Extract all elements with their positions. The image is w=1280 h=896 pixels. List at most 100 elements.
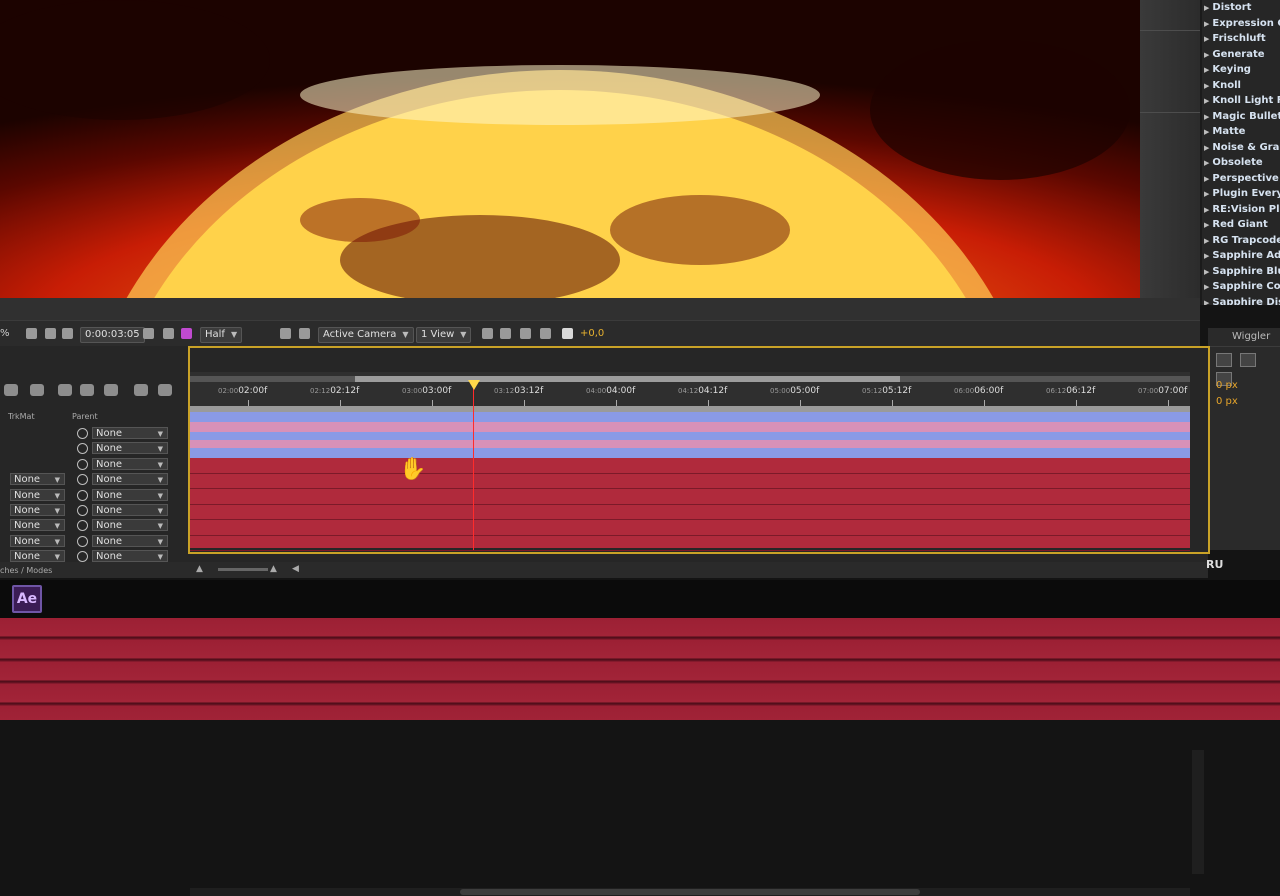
pickwhip-icon[interactable] (77, 474, 88, 486)
effect-category[interactable]: ▶Expression Controls (1202, 16, 1280, 32)
parent-select[interactable]: None ▼ (92, 442, 168, 455)
disclosure-triangle-icon[interactable]: ▶ (1204, 125, 1209, 141)
time-ruler[interactable]: 02:0002:00f 02:1202:12f 03:0003:00f 03:1203… (190, 372, 1190, 406)
layer-duration-bar[interactable] (190, 448, 1190, 458)
effect-category[interactable]: ▶ Keying (1202, 62, 1280, 78)
exposure-value[interactable]: +0,0 (580, 327, 604, 341)
effect-category[interactable]: ▶ RG Trapcode (1202, 233, 1280, 249)
effect-category[interactable]: ▶Sapphire Distort (1202, 295, 1280, 306)
align-center-icon[interactable] (1240, 353, 1256, 367)
fast-previews-icon[interactable] (500, 328, 511, 339)
graph-editor-icon[interactable] (134, 384, 148, 396)
brainstorm-icon[interactable] (104, 384, 118, 396)
zoom-slider[interactable] (218, 568, 268, 571)
trkmat-select[interactable]: None ▼ (10, 534, 65, 547)
after-effects-taskbar-button[interactable]: Ae (12, 585, 42, 613)
disclosure-triangle-icon[interactable]: ▶ (1204, 110, 1209, 126)
disclosure-triangle-icon[interactable]: ▶ (1204, 63, 1209, 79)
toggle-pixel-aspect-icon[interactable] (482, 328, 493, 339)
effect-category[interactable]: ▶ Knoll (1202, 78, 1280, 94)
layer-row[interactable]: None ▼ (0, 441, 188, 456)
effect-category[interactable]: ▶Plugin Everything (1202, 186, 1280, 202)
trkmat-header[interactable]: TrkMat (8, 412, 35, 421)
input-language-indicator[interactable]: RU (1206, 558, 1223, 571)
parent-select[interactable]: None ▼ (92, 473, 168, 486)
disclosure-triangle-icon[interactable]: ▶ (1204, 218, 1209, 234)
disclosure-triangle-icon[interactable]: ▶ (1204, 187, 1209, 203)
pickwhip-icon[interactable] (77, 535, 88, 547)
show-snapshot-icon[interactable] (163, 328, 174, 339)
flowchart-icon[interactable] (540, 328, 551, 339)
effect-category[interactable]: ▶Sapphire Blur+Sharpen (1202, 264, 1280, 280)
layer-duration-bar[interactable] (190, 440, 1190, 448)
disclosure-triangle-icon[interactable]: ▶ (1204, 17, 1209, 33)
layer-row[interactable]: None ▼ None ▼ (0, 472, 188, 487)
effect-category[interactable]: ▶ Red Giant (1202, 217, 1280, 233)
layer-duration-bar[interactable] (190, 432, 1190, 440)
current-time-field[interactable]: 0:00:03:05 (80, 327, 145, 343)
disclosure-triangle-icon[interactable]: ▶ (1204, 280, 1209, 296)
effects-presets-panel[interactable]: ▶Distort ▶Expression Controls ▶Frischluf… (1200, 0, 1280, 305)
disclosure-triangle-icon[interactable]: ▶ (1204, 249, 1209, 265)
pickwhip-icon[interactable] (77, 428, 88, 439)
indent-left-value[interactable]: 0 px (1216, 380, 1238, 391)
reset-exposure-icon[interactable] (562, 328, 573, 339)
disclosure-triangle-icon[interactable]: ▶ (1204, 1, 1209, 17)
zoom-dropdown-icon[interactable] (26, 328, 37, 339)
zoom-out-icon[interactable]: ▲ (196, 564, 203, 574)
parent-select[interactable]: None ▼ (92, 457, 168, 470)
effect-category[interactable]: ▶ Obsolete (1202, 155, 1280, 171)
layer-row[interactable]: None ▼ (0, 426, 188, 441)
motion-blur-icon[interactable] (80, 384, 94, 396)
layer-row[interactable]: None ▼ None ▼ (0, 518, 188, 533)
effect-category[interactable]: ▶Knoll Light Factory (1202, 93, 1280, 109)
pickwhip-icon[interactable] (77, 504, 88, 516)
toggle-switches-modes[interactable]: ches / Modes (0, 566, 52, 575)
search-icon[interactable] (4, 384, 18, 396)
layer-row[interactable]: None ▼ None ▼ (0, 503, 188, 518)
disclosure-triangle-icon[interactable]: ▶ (1204, 141, 1209, 157)
disclosure-triangle-icon[interactable]: ▶ (1204, 265, 1209, 281)
layer-row[interactable]: None ▼ None ▼ (0, 488, 188, 503)
region-of-interest-icon[interactable] (280, 328, 291, 339)
disclosure-triangle-icon[interactable]: ▶ (1204, 234, 1209, 250)
current-time-indicator[interactable] (473, 380, 474, 550)
disclosure-triangle-icon[interactable]: ▶ (1204, 156, 1209, 172)
transparency-grid-icon[interactable] (299, 328, 310, 339)
zoom-level[interactable]: % (0, 327, 10, 341)
effect-category[interactable]: ▶Sapphire Adjust (1202, 248, 1280, 264)
trkmat-select[interactable]: None ▼ (10, 519, 65, 532)
pickwhip-icon[interactable] (77, 520, 88, 532)
parent-select[interactable]: None ▼ (92, 519, 168, 532)
effect-category[interactable]: ▶ Generate (1202, 47, 1280, 63)
effect-category[interactable]: ▶ Frischluft (1202, 31, 1280, 47)
scroll-thumb[interactable] (460, 889, 920, 895)
zoom-in-icon[interactable]: ▲ (270, 564, 277, 574)
layer-row[interactable]: None ▼ None ▼ (0, 534, 188, 549)
effect-category[interactable]: ▶Sapphire Composite (1202, 279, 1280, 295)
effect-category[interactable]: ▶ Distort (1202, 0, 1280, 16)
timeline-icon[interactable] (520, 328, 531, 339)
parent-select[interactable]: None ▼ (92, 503, 168, 516)
parent-header[interactable]: Parent (72, 412, 98, 421)
mask-visibility-icon[interactable] (62, 328, 73, 339)
parent-select[interactable]: None ▼ (92, 534, 168, 547)
layer-duration-bar[interactable] (190, 422, 1190, 432)
pickwhip-icon[interactable] (77, 443, 88, 455)
disclosure-triangle-icon[interactable]: ▶ (1204, 296, 1209, 306)
shy-layers-icon[interactable] (30, 384, 44, 396)
effect-category[interactable]: ▶ Perspective (1202, 171, 1280, 187)
composition-viewer[interactable] (0, 0, 1140, 298)
layer-tracks[interactable] (190, 406, 1190, 551)
effect-category[interactable]: ▶RE:Vision Plug-ins (1202, 202, 1280, 218)
camera-view-select[interactable]: Active Camera ▼ (318, 327, 414, 343)
parent-select[interactable]: None ▼ (92, 427, 168, 439)
trkmat-select[interactable]: None ▼ (10, 473, 65, 486)
disclosure-triangle-icon[interactable]: ▶ (1204, 94, 1209, 110)
effect-category[interactable]: ▶Noise & Grain (1202, 140, 1280, 156)
trkmat-select[interactable]: None ▼ (10, 550, 65, 563)
trkmat-select[interactable]: None ▼ (10, 488, 65, 501)
disclosure-triangle-icon[interactable]: ▶ (1204, 79, 1209, 95)
disclosure-triangle-icon[interactable]: ▶ (1204, 203, 1209, 219)
effect-category[interactable]: ▶ Matte (1202, 124, 1280, 140)
